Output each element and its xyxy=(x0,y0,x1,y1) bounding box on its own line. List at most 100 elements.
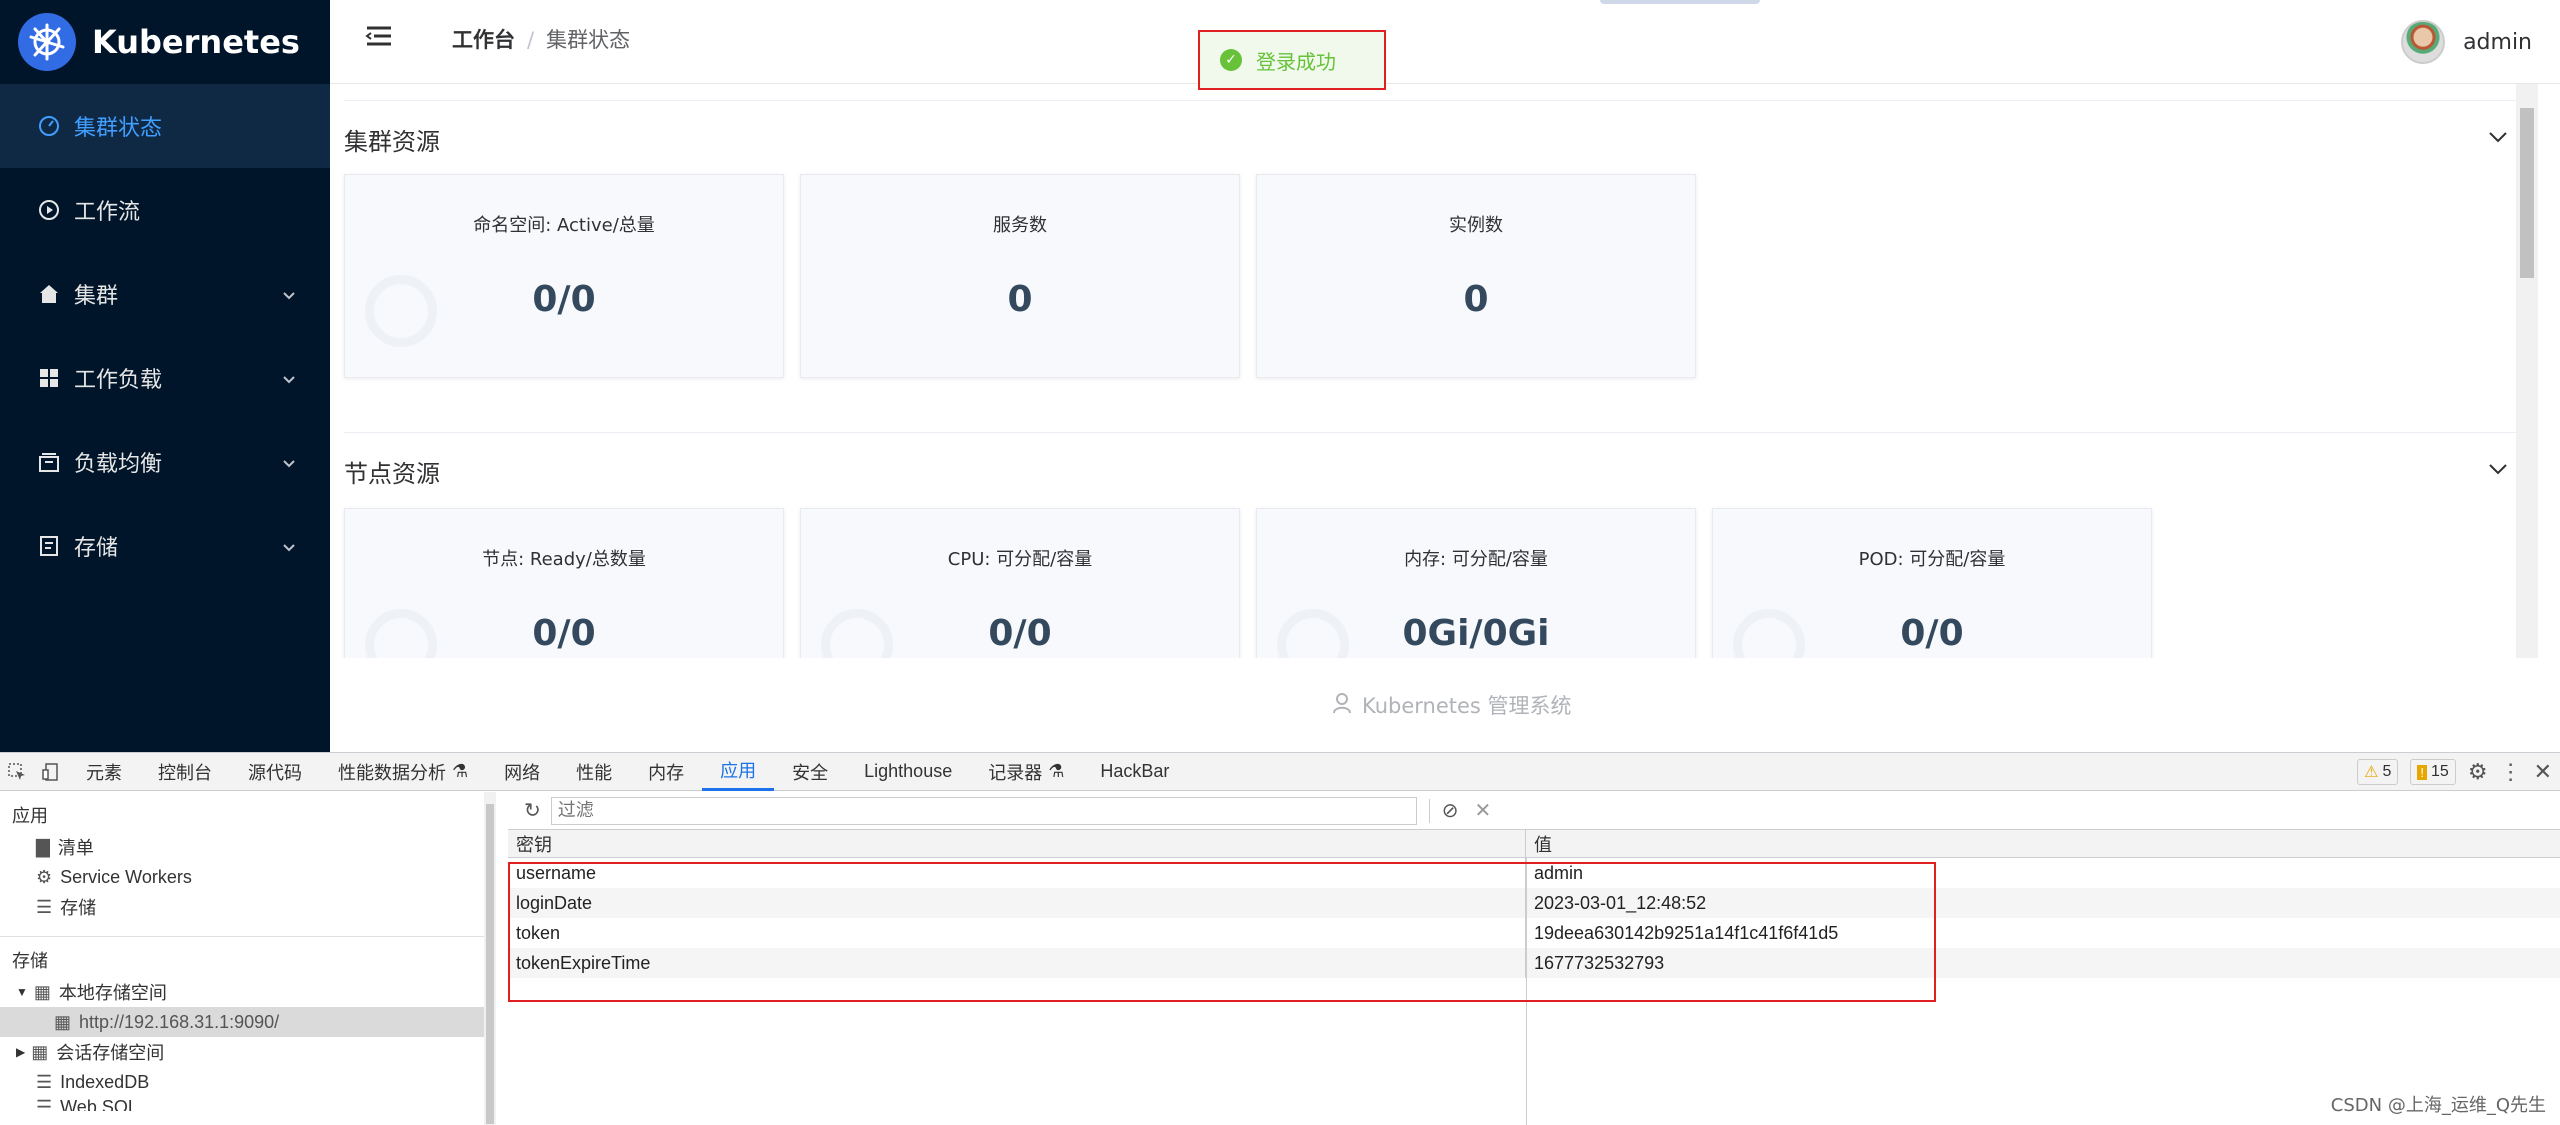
devtools-tab-hackbar[interactable]: HackBar xyxy=(1082,753,1187,791)
table-row[interactable]: token 19deea630142b9251a14f1c41f6f41d5 xyxy=(508,918,2560,948)
flask-icon: ⚗ xyxy=(452,761,469,781)
refresh-icon[interactable]: ↻ xyxy=(524,798,541,823)
breadcrumb: 工作台 / 集群状态 xyxy=(452,24,630,54)
devtools-tab-performance[interactable]: 性能 xyxy=(558,753,630,791)
watermark: CSDN @上海_运维_Q先生 xyxy=(2330,1095,2546,1116)
brand[interactable]: Kubernetes xyxy=(0,0,330,84)
delete-selected-icon[interactable]: ✕ xyxy=(1475,798,1492,823)
tree-item-service-workers[interactable]: ⚙ Service Workers xyxy=(0,862,495,892)
close-icon[interactable]: ✕ xyxy=(2534,759,2552,785)
cell-key[interactable]: token xyxy=(508,918,1526,948)
avatar[interactable] xyxy=(2401,20,2446,64)
column-header-key[interactable]: 密钥 xyxy=(508,830,1526,857)
stat-card-value: 0Gi/0Gi xyxy=(1402,613,1550,654)
stat-card-value: 0/0 xyxy=(988,613,1052,654)
cell-value[interactable]: 1677732532793 xyxy=(1526,948,2560,978)
page-footer: Kubernetes 管理系统 xyxy=(330,658,2560,752)
sidebar-item-workloads[interactable]: 工作负载 xyxy=(0,336,330,420)
clear-all-icon[interactable]: ⊘ xyxy=(1442,798,1459,823)
chevron-down-icon xyxy=(282,450,296,475)
devtools-tab-sources[interactable]: 源代码 xyxy=(230,753,320,791)
tree-item-local-storage[interactable]: ▼ ▦ 本地存储空间 xyxy=(0,977,495,1007)
sidebar: Kubernetes 集群状态 工作流 集群 工作负载 负载均衡 存储 xyxy=(0,0,330,752)
storage-toolbar: ↻ ⊘ ✕ xyxy=(508,792,2560,830)
menu-toggle-icon[interactable] xyxy=(364,22,394,52)
tree-item-local-origin[interactable]: ▦ http://192.168.31.1:9090/ xyxy=(0,1007,495,1037)
section-heading-app: 应用 xyxy=(12,806,48,826)
stat-card-value: 0/0 xyxy=(1900,613,1964,654)
scrollbar-thumb[interactable] xyxy=(486,804,494,1124)
divider xyxy=(344,100,2522,101)
inspect-icon[interactable] xyxy=(0,753,34,791)
cell-key[interactable]: username xyxy=(508,858,1526,888)
sidebar-item-load-balancing[interactable]: 负载均衡 xyxy=(0,420,330,504)
table-row[interactable]: username admin xyxy=(508,858,2560,888)
grid-icon xyxy=(36,365,62,391)
column-header-value[interactable]: 值 xyxy=(1526,830,2560,857)
sidebar-item-workflow[interactable]: 工作流 xyxy=(0,168,330,252)
section-heading-storage: 存储 xyxy=(12,951,48,971)
gear-icon[interactable]: ⚙ xyxy=(2468,759,2488,785)
devtools-tab-recorder[interactable]: 记录器 ⚗ xyxy=(970,753,1082,791)
cell-value[interactable]: admin xyxy=(1526,858,2560,888)
devtools-tab-network[interactable]: 网络 xyxy=(486,753,558,791)
chevron-down-icon xyxy=(282,534,296,559)
filter-input[interactable] xyxy=(550,796,1417,825)
stat-card-instances: 实例数 0 xyxy=(1256,174,1696,378)
cell-key[interactable]: loginDate xyxy=(508,888,1526,918)
devtools-tab-application[interactable]: 应用 xyxy=(702,753,775,791)
database-icon: ☰ xyxy=(36,1071,53,1092)
top-header: 工作台 / 集群状态 admin xyxy=(330,0,2560,84)
tree-item-session-storage[interactable]: ▶ ▦ 会话存储空间 xyxy=(0,1037,495,1067)
tree-item-label: Web SQL xyxy=(60,1097,138,1111)
tree-item-storage[interactable]: ☰ 存储 xyxy=(0,892,495,922)
user-name[interactable]: admin xyxy=(2463,30,2532,55)
grid-header: 密钥 值 xyxy=(508,830,2560,858)
storage-grid: 密钥 值 username admin loginDate 2023-03-01… xyxy=(508,830,2560,1125)
stat-card-label: 节点: Ready/总数量 xyxy=(482,549,646,570)
breadcrumb-home[interactable]: 工作台 xyxy=(452,28,515,52)
tree-item-manifest[interactable]: ▇ 清单 xyxy=(0,832,495,862)
cell-key[interactable]: tokenExpireTime xyxy=(508,948,1526,978)
table-row[interactable]: tokenExpireTime 1677732532793 xyxy=(508,948,2560,978)
collapse-chevron-icon[interactable] xyxy=(2488,460,2508,479)
sidebar-scrollbar[interactable] xyxy=(484,792,496,1125)
cell-value[interactable]: 2023-03-01_12:48:52 xyxy=(1526,888,2560,918)
warnings-badge[interactable]: ⚠ 5 xyxy=(2357,759,2399,785)
collapse-chevron-icon[interactable] xyxy=(2488,128,2508,147)
tree-item-label: Service Workers xyxy=(60,866,192,887)
caret-down-icon: ▼ xyxy=(16,985,28,999)
device-toggle-icon[interactable] xyxy=(34,753,68,791)
devtools-tab-lighthouse[interactable]: Lighthouse xyxy=(846,753,970,791)
devtools-tab-performance-insights[interactable]: 性能数据分析 ⚗ xyxy=(320,753,486,791)
sidebar-item-cluster-status[interactable]: 集群状态 xyxy=(0,84,330,168)
tree-item-websql[interactable]: ☰ Web SQL xyxy=(0,1097,495,1111)
stat-card-services: 服务数 0 xyxy=(800,174,1240,378)
dashboard-icon xyxy=(36,113,62,139)
grid-body: username admin loginDate 2023-03-01_12:4… xyxy=(508,858,2560,978)
gear-icon: ⚙ xyxy=(36,866,53,887)
devtools-tab-console[interactable]: 控制台 xyxy=(140,753,230,791)
main-scrollbar[interactable] xyxy=(2516,84,2538,658)
scrollbar-thumb[interactable] xyxy=(2520,108,2534,278)
stat-card-nodes: 节点: Ready/总数量 0/0 xyxy=(344,508,784,658)
devtools-tab-elements[interactable]: 元素 xyxy=(68,753,140,791)
more-vertical-icon[interactable]: ⋮ xyxy=(2500,759,2522,785)
divider xyxy=(344,432,2522,433)
tree-item-label: http://192.168.31.1:9090/ xyxy=(79,1011,280,1032)
user-menu[interactable]: admin xyxy=(2401,20,2532,64)
caret-right-icon: ▶ xyxy=(16,1045,26,1059)
issues-badge[interactable]: ! 15 xyxy=(2410,759,2456,785)
sidebar-item-storage[interactable]: 存储 xyxy=(0,504,330,588)
footer-text: Kubernetes 管理系统 xyxy=(1362,694,1572,718)
sidebar-item-cluster[interactable]: 集群 xyxy=(0,252,330,336)
table-row[interactable]: loginDate 2023-03-01_12:48:52 xyxy=(508,888,2560,918)
main-content: 集群资源 命名空间: Active/总量 0/0 服务数 0 实例数 0 节点资… xyxy=(330,84,2538,658)
devtools-tab-security[interactable]: 安全 xyxy=(774,753,846,791)
devtools-tab-memory[interactable]: 内存 xyxy=(630,753,702,791)
tree-item-label: 本地存储空间 xyxy=(58,983,167,1003)
tree-item-indexeddb[interactable]: ☰ IndexedDB xyxy=(0,1067,495,1097)
cell-value[interactable]: 19deea630142b9251a14f1c41f6f41d5 xyxy=(1526,918,2560,948)
tree-item-label: 存储 xyxy=(60,898,97,918)
tree-item-label: 清单 xyxy=(57,838,94,858)
